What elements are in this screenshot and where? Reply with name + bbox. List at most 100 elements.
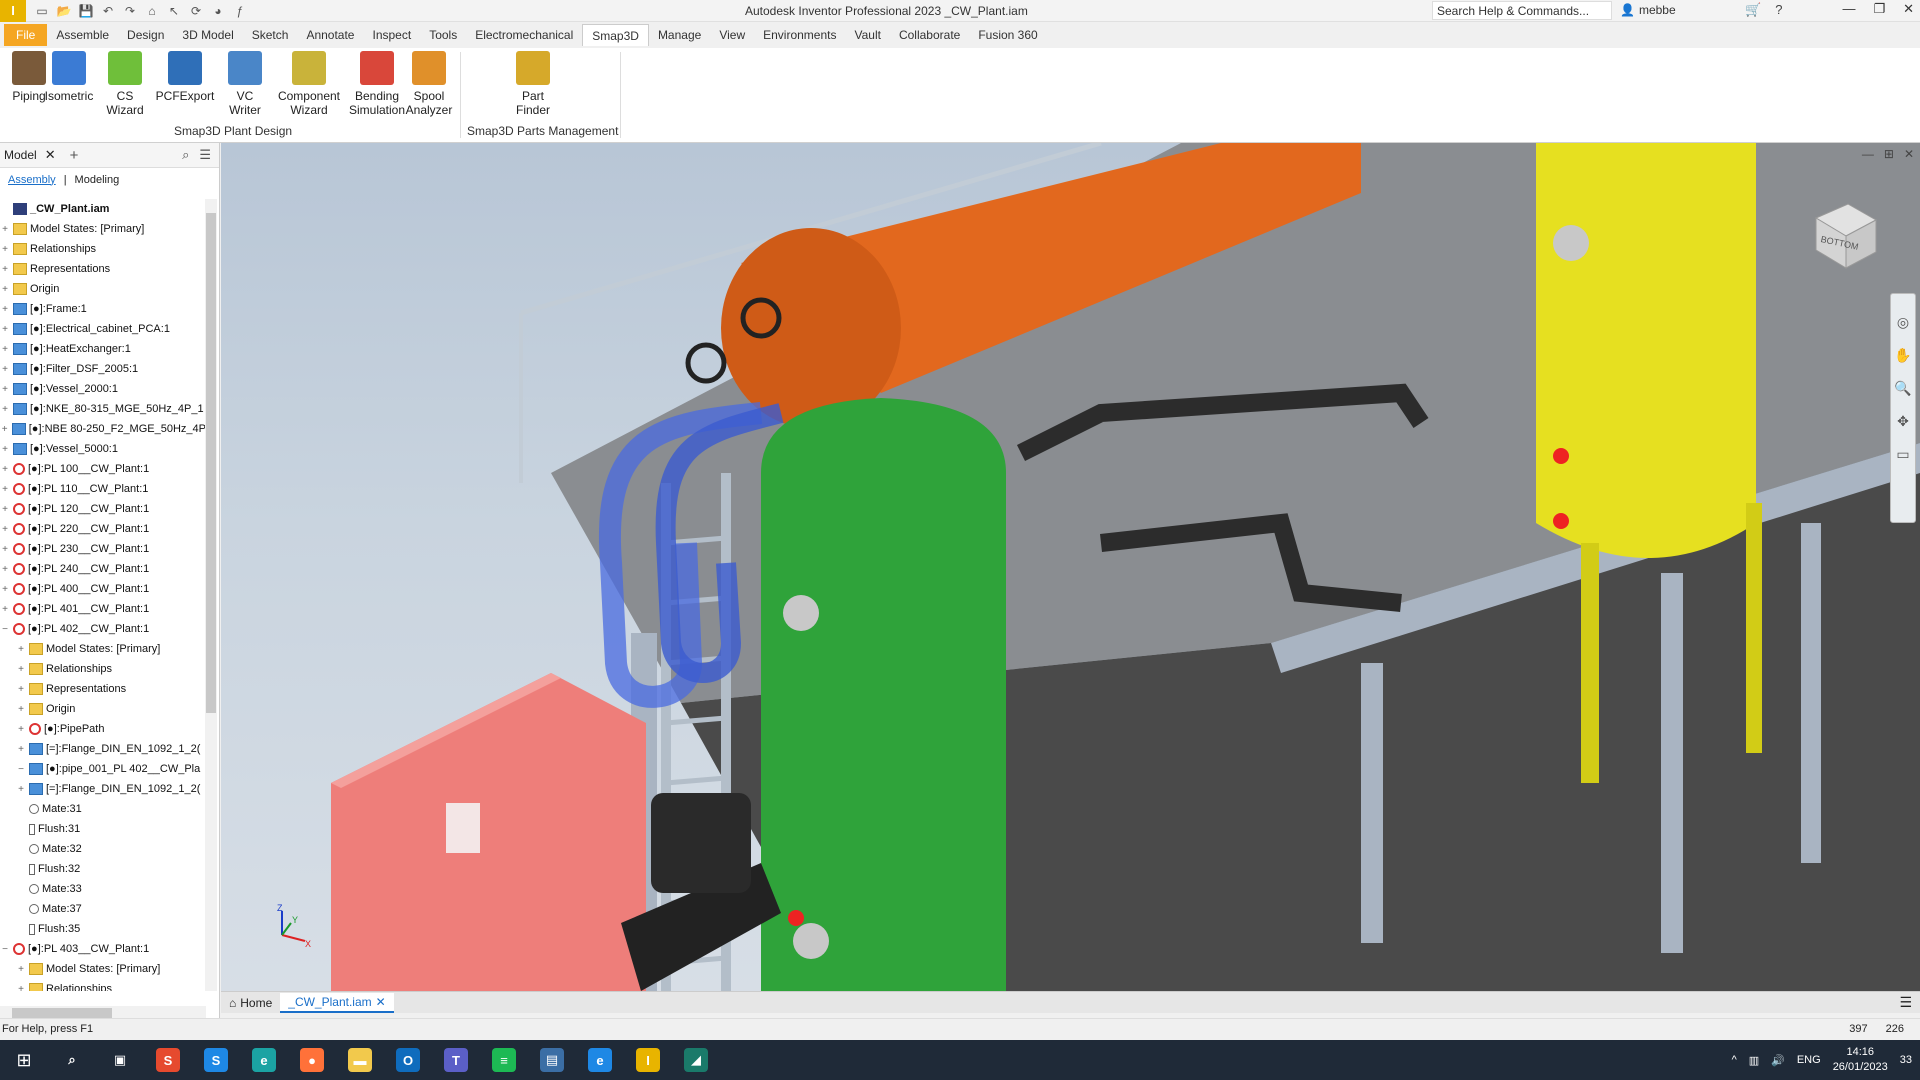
vc-writer-button[interactable]: VC Writer: [220, 51, 270, 117]
expand-icon[interactable]: +: [0, 224, 10, 235]
select-icon[interactable]: ↖: [166, 3, 182, 19]
viewcube[interactable]: BOTTOM: [1806, 198, 1880, 275]
tree-node[interactable]: − [●]:PL 403__CW_Plant:1: [0, 939, 206, 959]
help-icon[interactable]: ?: [1775, 2, 1782, 18]
expand-icon[interactable]: +: [0, 504, 10, 515]
tree-root[interactable]: _CW_Plant.iam: [0, 199, 206, 219]
smap-app[interactable]: S: [149, 1040, 187, 1080]
firefox-app[interactable]: ●: [293, 1040, 331, 1080]
scroll-thumb[interactable]: [206, 213, 216, 713]
modeling-tab[interactable]: Modeling: [75, 174, 120, 186]
tree-node[interactable]: + [●]:Vessel_5000:1: [0, 439, 206, 459]
notification-badge[interactable]: 33: [1900, 1054, 1912, 1066]
expand-icon[interactable]: +: [0, 244, 10, 255]
tree-node[interactable]: + [●]:HeatExchanger:1: [0, 339, 206, 359]
tab-3d-model[interactable]: 3D Model: [173, 24, 242, 46]
assembly-tab[interactable]: Assembly: [8, 174, 56, 186]
save-icon[interactable]: 💾: [78, 3, 94, 19]
close-icon[interactable]: ✕: [376, 992, 386, 1012]
expand-icon[interactable]: +: [0, 404, 10, 415]
tree-node[interactable]: − [●]:PL 402__CW_Plant:1: [0, 619, 206, 639]
network-icon[interactable]: ▥: [1749, 1054, 1759, 1067]
spool-analyzer-button[interactable]: Spool Analyzer: [404, 51, 454, 117]
tree-node[interactable]: + [●]:NBE 80-250_F2_MGE_50Hz_4P: [0, 419, 206, 439]
lang-indicator[interactable]: ENG: [1797, 1054, 1821, 1066]
tree-node[interactable]: + [●]:PL 401__CW_Plant:1: [0, 599, 206, 619]
search-input[interactable]: Search Help & Commands...: [1432, 1, 1612, 20]
part-finder-button[interactable]: Part Finder: [508, 51, 558, 117]
tree-node[interactable]: + Origin: [0, 699, 206, 719]
outlook-app[interactable]: O: [389, 1040, 427, 1080]
tree-node[interactable]: Flush:31: [0, 819, 206, 839]
tab-view[interactable]: View: [710, 24, 754, 46]
close-view-icon[interactable]: ✕: [1904, 147, 1914, 161]
tab-design[interactable]: Design: [118, 24, 173, 46]
other-app[interactable]: ◢: [677, 1040, 715, 1080]
add-browser-icon[interactable]: +: [70, 147, 79, 164]
tree-node[interactable]: Flush:35: [0, 919, 206, 939]
tabs-menu-icon[interactable]: ☰: [1899, 994, 1912, 1011]
app-logo[interactable]: I: [0, 0, 26, 22]
tree-node[interactable]: + Relationships: [0, 239, 206, 259]
gallery-app[interactable]: ▤: [533, 1040, 571, 1080]
tree-node[interactable]: Mate:37: [0, 899, 206, 919]
tree-node[interactable]: + [●]:PipePath: [0, 719, 206, 739]
graphics-window[interactable]: — ⊞ ✕ BOTTOM ◎ ✋ 🔍 ✥ ▭ Z X Y: [221, 143, 1920, 991]
zoom-icon[interactable]: 🔍: [1894, 380, 1911, 397]
tree-node[interactable]: + [●]:NKE_80-315_MGE_50Hz_4P_1: [0, 399, 206, 419]
tab-annotate[interactable]: Annotate: [297, 24, 363, 46]
tree-node[interactable]: + Model States: [Primary]: [0, 959, 206, 979]
minimize-view-icon[interactable]: —: [1862, 147, 1874, 161]
volume-icon[interactable]: 🔊: [1771, 1054, 1785, 1067]
search-icon[interactable]: ⌕: [182, 147, 189, 163]
expand-icon[interactable]: +: [0, 584, 10, 595]
expand-icon[interactable]: +: [0, 564, 10, 575]
expand-icon[interactable]: +: [0, 524, 10, 535]
cart-icon[interactable]: 🛒: [1745, 2, 1761, 18]
expand-icon[interactable]: +: [0, 364, 10, 375]
tree-node[interactable]: + Model States: [Primary]: [0, 219, 206, 239]
tree-node[interactable]: + [●]:Vessel_2000:1: [0, 379, 206, 399]
search-app[interactable]: ⌕: [53, 1040, 91, 1080]
home-icon[interactable]: ⌂: [144, 3, 160, 19]
expand-icon[interactable]: +: [0, 284, 10, 295]
tree-node[interactable]: + [●]:PL 100__CW_Plant:1: [0, 459, 206, 479]
restore-button[interactable]: ❐: [1873, 1, 1885, 17]
expand-icon[interactable]: +: [0, 484, 10, 495]
tree-node[interactable]: + [●]:PL 110__CW_Plant:1: [0, 479, 206, 499]
orbit-icon[interactable]: ✥: [1897, 413, 1909, 430]
tree-node[interactable]: + [●]:Electrical_cabinet_PCA:1: [0, 319, 206, 339]
tree-node[interactable]: + Representations: [0, 679, 206, 699]
open-icon[interactable]: 📂: [56, 3, 72, 19]
tab-environments[interactable]: Environments: [754, 24, 845, 46]
look-at-icon[interactable]: ▭: [1896, 446, 1909, 463]
expand-icon[interactable]: +: [16, 684, 26, 695]
tree-node[interactable]: + [●]:PL 240__CW_Plant:1: [0, 559, 206, 579]
tree-node[interactable]: + Model States: [Primary]: [0, 639, 206, 659]
redo-icon[interactable]: ↷: [122, 3, 138, 19]
expand-icon[interactable]: +: [16, 664, 26, 675]
menu-icon[interactable]: ☰: [199, 147, 211, 163]
tree-node[interactable]: Mate:33: [0, 879, 206, 899]
minimize-button[interactable]: —: [1842, 1, 1855, 17]
user-account[interactable]: 👤 mebbe: [1620, 3, 1676, 17]
expand-icon[interactable]: +: [0, 324, 10, 335]
expand-icon[interactable]: +: [0, 424, 9, 435]
tab-vault[interactable]: Vault: [845, 24, 889, 46]
appearance-icon[interactable]: ◕: [210, 3, 226, 19]
tab-smap3d[interactable]: Smap3D: [582, 24, 649, 46]
expand-icon[interactable]: +: [0, 464, 10, 475]
browser-scrollbar[interactable]: [205, 199, 217, 991]
tab-cw-plant[interactable]: _CW_Plant.iam ✕: [280, 992, 394, 1013]
tab-electromechanical[interactable]: Electromechanical: [466, 24, 582, 46]
tree-node[interactable]: + [=]:Flange_DIN_EN_1092_1_2(: [0, 779, 206, 799]
expand-icon[interactable]: +: [16, 644, 26, 655]
tree-node[interactable]: + Origin: [0, 279, 206, 299]
tab-sketch[interactable]: Sketch: [243, 24, 298, 46]
tree-node[interactable]: + [●]:PL 120__CW_Plant:1: [0, 499, 206, 519]
clock[interactable]: 14:16 26/01/2023: [1833, 1045, 1888, 1075]
tab-manage[interactable]: Manage: [649, 24, 710, 46]
expand-icon[interactable]: +: [0, 384, 10, 395]
start-button[interactable]: ⊞: [5, 1040, 43, 1080]
tree-node[interactable]: + [●]:PL 230__CW_Plant:1: [0, 539, 206, 559]
